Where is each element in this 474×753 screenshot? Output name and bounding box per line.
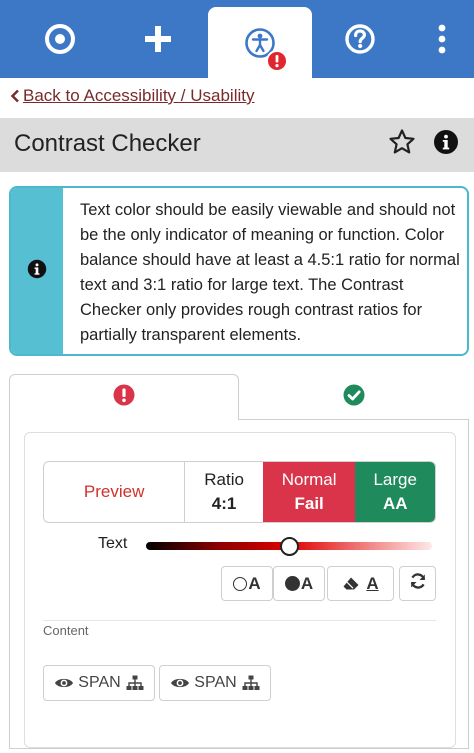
reset-button[interactable] xyxy=(399,566,436,601)
info-icon xyxy=(433,129,459,160)
exclamation-circle-icon xyxy=(113,384,135,411)
sitemap-icon xyxy=(126,675,144,691)
circle-outline-icon xyxy=(233,576,248,591)
alert-text: Text color should be easily viewable and… xyxy=(80,201,460,344)
alert-badge-icon xyxy=(266,50,288,72)
favorite-button[interactable] xyxy=(386,128,418,160)
page-title: Contrast Checker xyxy=(14,130,201,157)
refresh-icon xyxy=(409,572,427,595)
content-label: Content xyxy=(43,623,89,638)
page-info-button[interactable] xyxy=(432,129,460,160)
bullseye-icon xyxy=(44,23,76,55)
preview-label: Preview xyxy=(83,482,145,501)
erase-color-button[interactable]: A xyxy=(327,566,394,601)
normal-text-result: Normal Fail xyxy=(262,462,356,522)
erase-letter: A xyxy=(366,573,379,593)
back-link-label: Back to Accessibility / Usability xyxy=(23,86,255,105)
large-text-result: Large AA xyxy=(355,462,435,522)
star-icon xyxy=(388,128,416,161)
large-label: Large xyxy=(373,470,417,489)
filled-text-button[interactable]: A xyxy=(273,566,325,601)
check-circle-icon xyxy=(343,384,365,411)
outline-text-button[interactable]: A xyxy=(221,566,273,601)
element-chip[interactable]: SPAN xyxy=(159,665,271,701)
chevron-left-icon xyxy=(10,89,20,103)
question-circle-icon xyxy=(344,23,376,55)
eraser-icon xyxy=(342,576,360,592)
add-nav-button[interactable] xyxy=(110,0,206,78)
ratio-label: Ratio xyxy=(204,470,244,489)
info-icon xyxy=(27,259,47,284)
info-alert: Text color should be easily viewable and… xyxy=(9,186,469,356)
target-nav-button[interactable] xyxy=(12,0,108,78)
more-nav-button[interactable] xyxy=(410,0,474,78)
tab-issues[interactable] xyxy=(9,374,239,420)
slider-thumb[interactable] xyxy=(279,537,299,556)
ratio-value: 4:1 xyxy=(211,494,237,513)
content-divider xyxy=(43,620,436,621)
accessibility-nav-tab[interactable] xyxy=(208,7,312,78)
eye-icon xyxy=(54,676,74,690)
element-tag: SPAN xyxy=(194,674,237,691)
ratio-cell: Ratio 4:1 xyxy=(185,462,263,522)
vertical-dots-icon xyxy=(436,24,448,54)
circle-filled-icon xyxy=(284,576,300,591)
preview-cell: Preview xyxy=(44,462,186,522)
result-tabs xyxy=(9,374,469,420)
slider-label: Text xyxy=(98,535,128,552)
alert-icon-bar xyxy=(11,188,63,354)
large-value: AA xyxy=(382,494,408,513)
filled-letter: A xyxy=(300,573,314,593)
tab-passed[interactable] xyxy=(239,374,469,420)
normal-value: Fail xyxy=(294,494,324,513)
contrast-result-strip: Preview Ratio 4:1 Normal Fail Large AA xyxy=(43,461,436,523)
outline-letter: A xyxy=(248,573,261,593)
normal-label: Normal xyxy=(281,470,337,489)
plus-icon xyxy=(143,24,173,54)
eye-icon xyxy=(170,676,190,690)
back-link[interactable]: Back to Accessibility / Usability xyxy=(10,85,254,107)
help-nav-button[interactable] xyxy=(312,0,408,78)
element-tag: SPAN xyxy=(78,674,121,691)
element-chip[interactable]: SPAN xyxy=(43,665,155,701)
sitemap-icon xyxy=(242,675,260,691)
